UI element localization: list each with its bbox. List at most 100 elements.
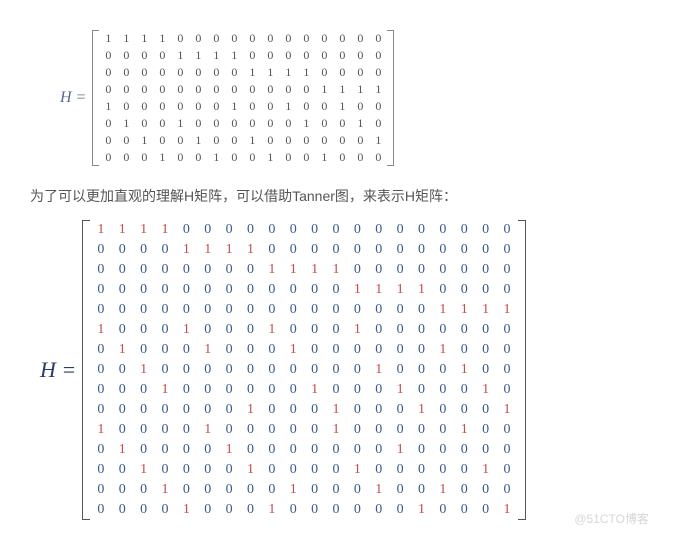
matrix-cell: 0 xyxy=(297,98,315,115)
matrix-cell: 0 xyxy=(90,300,111,320)
matrix-cell: 1 xyxy=(333,98,351,115)
matrix-cell: 0 xyxy=(133,240,154,260)
matrix-cell: 0 xyxy=(171,64,189,81)
matrix-cell: 0 xyxy=(218,500,239,520)
matrix-cell: 0 xyxy=(112,460,133,480)
matrix-row: 1111000000000000 xyxy=(99,30,387,47)
matrix-cell: 0 xyxy=(90,440,111,460)
matrix-cell: 1 xyxy=(297,115,315,132)
matrix-cell: 0 xyxy=(325,280,346,300)
matrix-cell: 0 xyxy=(333,30,351,47)
matrix-cell: 0 xyxy=(176,400,197,420)
matrix-cell: 0 xyxy=(90,340,111,360)
matrix-cell: 1 xyxy=(347,280,368,300)
description-text: 为了可以更加直观的理解H矩阵，可以借助Tanner图，来表示H矩阵： xyxy=(30,186,659,206)
matrix-cell: 0 xyxy=(333,64,351,81)
matrix-cell: 0 xyxy=(411,420,432,440)
matrix-cell: 0 xyxy=(432,360,453,380)
matrix-cell: 0 xyxy=(325,240,346,260)
matrix-cell: 0 xyxy=(90,460,111,480)
matrix-cell: 1 xyxy=(90,220,111,240)
matrix-cell: 0 xyxy=(176,480,197,500)
matrix-cell: 0 xyxy=(154,420,175,440)
matrix-cell: 0 xyxy=(243,115,261,132)
matrix-cell: 0 xyxy=(99,115,117,132)
matrix-cell: 0 xyxy=(189,64,207,81)
matrix-cell: 0 xyxy=(112,280,133,300)
matrix-cell: 0 xyxy=(240,320,261,340)
matrix-cell: 0 xyxy=(389,240,410,260)
matrix-cell: 0 xyxy=(475,280,496,300)
matrix-cell: 0 xyxy=(389,420,410,440)
matrix-cell: 0 xyxy=(154,400,175,420)
matrix-cell: 1 xyxy=(351,81,369,98)
matrix-cell: 0 xyxy=(207,98,225,115)
matrix-row: 0000000000001111 xyxy=(99,81,387,98)
matrix-cell: 0 xyxy=(117,149,135,166)
matrix-cell: 0 xyxy=(225,64,243,81)
matrix-cell: 0 xyxy=(432,460,453,480)
matrix-cell: 0 xyxy=(389,300,410,320)
matrix-cell: 0 xyxy=(225,149,243,166)
matrix-cell: 0 xyxy=(411,320,432,340)
matrix-cell: 0 xyxy=(475,480,496,500)
matrix-cell: 0 xyxy=(171,149,189,166)
matrix-cell: 1 xyxy=(347,320,368,340)
matrix-cell: 0 xyxy=(432,240,453,260)
matrix-row: 00100001000010000010 xyxy=(90,460,518,480)
matrix-cell: 1 xyxy=(176,240,197,260)
matrix-cell: 0 xyxy=(411,460,432,480)
matrix-cell: 0 xyxy=(218,260,239,280)
matrix-small-label: H = xyxy=(60,89,86,107)
matrix-cell: 1 xyxy=(475,300,496,320)
matrix-cell: 0 xyxy=(240,280,261,300)
matrix-cell: 0 xyxy=(315,115,333,132)
matrix-cell: 0 xyxy=(325,500,346,520)
matrix-cell: 0 xyxy=(351,149,369,166)
matrix-cell: 0 xyxy=(454,460,475,480)
matrix-cell: 0 xyxy=(189,98,207,115)
matrix-cell: 0 xyxy=(154,260,175,280)
matrix-cell: 0 xyxy=(225,81,243,98)
matrix-cell: 0 xyxy=(454,380,475,400)
matrix-cell: 0 xyxy=(133,420,154,440)
matrix-cell: 0 xyxy=(304,420,325,440)
matrix-cell: 0 xyxy=(347,220,368,240)
matrix-cell: 0 xyxy=(325,440,346,460)
matrix-cell: 0 xyxy=(218,480,239,500)
matrix-cell: 0 xyxy=(454,340,475,360)
matrix-cell: 1 xyxy=(240,400,261,420)
matrix-cell: 0 xyxy=(496,440,517,460)
matrix-cell: 0 xyxy=(389,460,410,480)
matrix-cell: 0 xyxy=(240,500,261,520)
matrix-cell: 0 xyxy=(243,149,261,166)
matrix-cell: 0 xyxy=(176,440,197,460)
matrix-cell: 1 xyxy=(496,500,517,520)
matrix-row: 00000000111100000000 xyxy=(90,260,518,280)
matrix-cell: 0 xyxy=(315,64,333,81)
matrix-cell: 0 xyxy=(261,440,282,460)
matrix-cell: 0 xyxy=(218,420,239,440)
matrix-cell: 0 xyxy=(325,360,346,380)
matrix-cell: 0 xyxy=(225,115,243,132)
matrix-cell: 1 xyxy=(176,320,197,340)
matrix-row: 10000100000100000100 xyxy=(90,420,518,440)
matrix-cell: 1 xyxy=(261,149,279,166)
matrix-cell: 0 xyxy=(454,280,475,300)
matrix-cell: 0 xyxy=(112,380,133,400)
matrix-cell: 0 xyxy=(176,280,197,300)
matrix-cell: 1 xyxy=(283,480,304,500)
matrix-cell: 0 xyxy=(297,47,315,64)
matrix-cell: 0 xyxy=(99,149,117,166)
matrix-cell: 0 xyxy=(369,115,387,132)
matrix-cell: 0 xyxy=(218,220,239,240)
matrix-cell: 0 xyxy=(454,240,475,260)
matrix-cell: 1 xyxy=(411,500,432,520)
matrix-cell: 1 xyxy=(112,440,133,460)
matrix-cell: 0 xyxy=(112,300,133,320)
matrix-cell: 0 xyxy=(315,98,333,115)
matrix-row: 00100000000001000100 xyxy=(90,360,518,380)
matrix-cell: 0 xyxy=(189,149,207,166)
matrix-cell: 1 xyxy=(261,500,282,520)
matrix-cell: 1 xyxy=(207,149,225,166)
